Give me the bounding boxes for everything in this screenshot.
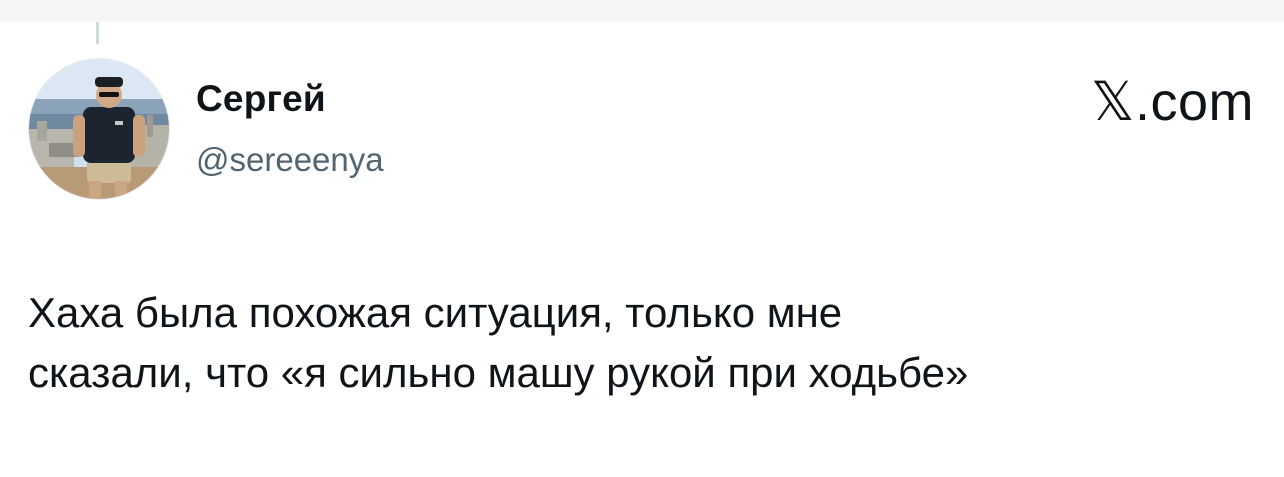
avatar-photo-icon xyxy=(29,59,169,199)
tweet-text: Хаха была похожая ситуация, только мне с… xyxy=(28,289,969,396)
tweet-header: Сергей @sereeenya 𝕏.com xyxy=(28,58,1256,204)
previous-tweet-strip xyxy=(0,0,1284,22)
author-info: Сергей @sereeenya xyxy=(196,76,384,180)
author-handle[interactable]: @sereeenya xyxy=(196,140,384,180)
author-avatar[interactable] xyxy=(28,58,170,200)
author-display-name[interactable]: Сергей xyxy=(196,76,384,122)
thread-connector-line xyxy=(96,22,99,44)
x-com-logo: 𝕏.com xyxy=(1090,72,1254,132)
